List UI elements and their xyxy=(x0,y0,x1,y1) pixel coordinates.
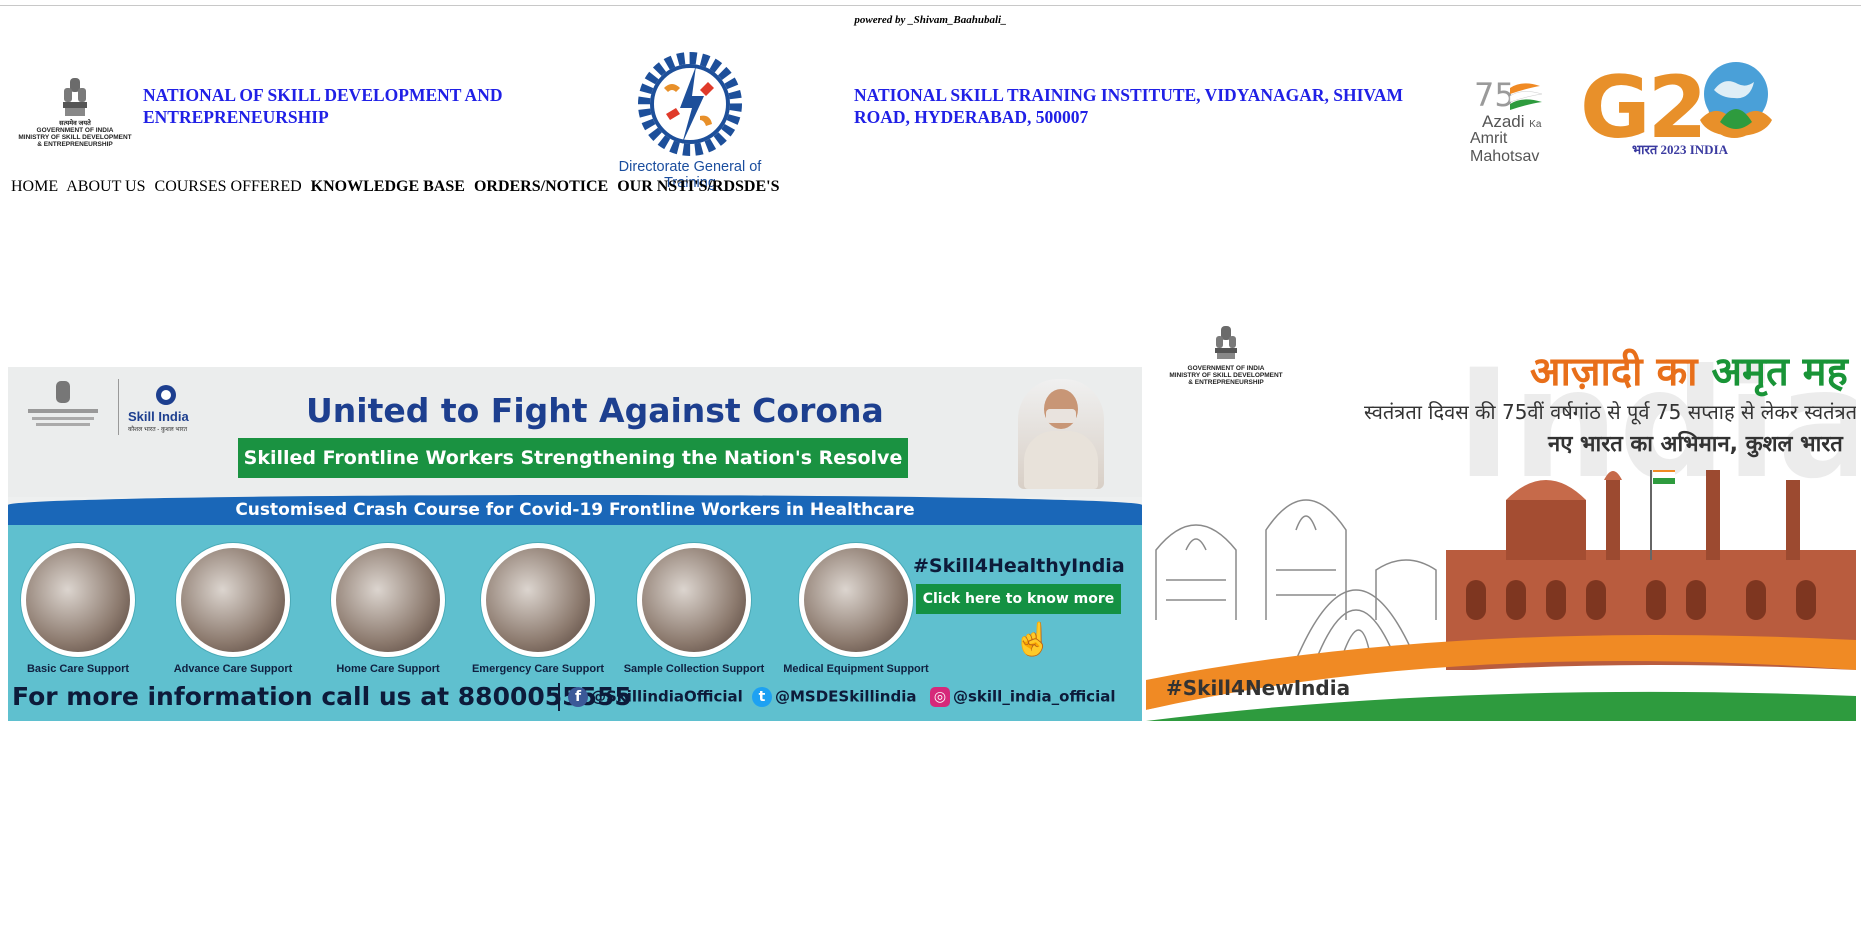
g20-logo[interactable]: G20 भारत 2023 INDIA xyxy=(1578,58,1778,168)
skill4newindia-hashtag: #Skill4NewIndia xyxy=(1166,676,1351,700)
card-photo xyxy=(799,543,913,657)
azadi-line-1: Azadi Ka xyxy=(1482,112,1541,132)
banner2-tagline: नए भारत का अभिमान, कुशल भारत xyxy=(1548,432,1843,457)
banner1-subtitle: Skilled Frontline Workers Strengthening … xyxy=(238,438,908,478)
azadi-75-icon: 75 xyxy=(1474,76,1543,114)
card-photo xyxy=(637,543,751,657)
card-label: Sample Collection Support xyxy=(623,663,765,675)
footer-divider xyxy=(558,683,560,711)
nav-courses-offered[interactable]: COURSES OFFERED xyxy=(155,178,302,195)
ka-word: Ka xyxy=(1529,119,1542,130)
card-label: Home Care Support xyxy=(336,663,440,675)
card-label: Emergency Care Support xyxy=(471,663,605,675)
dgt-logo[interactable]: Directorate General of Training xyxy=(600,52,780,191)
card-medical-equipment[interactable]: Medical Equipment Support xyxy=(781,543,931,675)
top-divider xyxy=(0,5,1861,6)
banner2-emblem-text-1: GOVERNMENT OF INDIA xyxy=(1187,365,1265,372)
logo-divider xyxy=(118,379,119,435)
banner1-course-bar: Customised Crash Course for Covid-19 Fro… xyxy=(8,495,1142,525)
org-title-right: NATIONAL SKILL TRAINING INSTITUTE, VIDYA… xyxy=(854,85,1403,127)
headline-part-a: आज़ादी का xyxy=(1530,349,1698,395)
twitter-icon: t xyxy=(752,687,772,707)
card-label: Advance Care Support xyxy=(173,663,293,675)
pointing-hand-icon: ☝ xyxy=(1013,621,1053,657)
card-photo xyxy=(481,543,595,657)
azadi-banner[interactable]: India GOVERNMENT OF INDIA MINISTRY OF SK… xyxy=(1146,320,1856,721)
banner2-emblem-text-2: MINISTRY OF SKILL DEVELOPMENT xyxy=(1169,372,1283,379)
g20-subtitle: भारत 2023 INDIA xyxy=(1632,142,1729,157)
know-more-button[interactable]: Click here to know more xyxy=(916,584,1121,614)
nav-our-nstis[interactable]: OUR NSTI'S/RDSDE'S xyxy=(617,178,779,195)
corona-campaign-banner[interactable]: Skill India कौशल भारत - कुशल भारत United… xyxy=(8,367,1142,721)
azadi-word: Azadi xyxy=(1482,112,1530,131)
pm-figure-image xyxy=(1018,379,1104,489)
card-emergency-care[interactable]: Emergency Care Support xyxy=(463,543,613,675)
nav-knowledge-base[interactable]: KNOWLEDGE BASE xyxy=(311,178,465,195)
skill-india-icon xyxy=(156,385,176,405)
banner2-emblem-text-3: & ENTREPRENEURSHIP xyxy=(1188,379,1264,386)
dgt-gear-icon xyxy=(638,52,742,156)
ashoka-emblem-icon xyxy=(63,78,87,116)
card-photo xyxy=(21,543,135,657)
card-label: Medical Equipment Support xyxy=(783,663,929,675)
nav-orders-notice[interactable]: ORDERS/NOTICE xyxy=(474,178,608,195)
facebook-icon: f xyxy=(568,687,588,707)
banner1-title: United to Fight Against Corona xyxy=(306,391,884,430)
nav-about-us[interactable]: ABOUT US xyxy=(66,178,145,195)
helpline-text: For more information call us at 88000555… xyxy=(12,682,632,711)
emblem-text-2: GOVERNMENT OF INDIA xyxy=(36,127,114,134)
svg-text:75: 75 xyxy=(1474,76,1515,114)
facebook-handle[interactable]: f @SkillindiaOfficial xyxy=(568,687,743,707)
card-basic-care[interactable]: Basic Care Support xyxy=(8,543,153,675)
msde-emblem-logo[interactable]: सत्यमेव जयते GOVERNMENT OF INDIA MINISTR… xyxy=(12,76,138,156)
pm-shirt xyxy=(1024,431,1098,489)
azadi-line-2: Amrit Mahotsav xyxy=(1470,130,1540,165)
org-title-left: NATIONAL OF SKILL DEVELOPMENT AND ENTREP… xyxy=(143,85,503,127)
emblem-text-1: सत्यमेव जयते xyxy=(59,120,91,127)
skill-india-tagline: कौशल भारत - कुशल भारत xyxy=(128,427,188,433)
headline-part-b: अमृत मह xyxy=(1711,349,1848,395)
emblem-text-3: MINISTRY OF SKILL DEVELOPMENT xyxy=(18,134,132,141)
banner1-emblem-icon xyxy=(28,381,98,426)
twitter-handle-text: @MSDESkillindia xyxy=(775,687,917,706)
card-advance-care[interactable]: Advance Care Support xyxy=(158,543,308,675)
card-label: Basic Care Support xyxy=(26,663,130,675)
banner2-emblem-icon xyxy=(1215,326,1237,359)
card-home-care[interactable]: Home Care Support xyxy=(313,543,463,675)
nav-home[interactable]: HOME xyxy=(11,178,58,195)
g20-globe-lotus-icon xyxy=(1700,62,1772,136)
banner2-emblem-logo: GOVERNMENT OF INDIA MINISTRY OF SKILL DE… xyxy=(1166,324,1286,386)
emblem-text-4: & ENTREPRENEURSHIP xyxy=(37,141,113,148)
instagram-icon: ◎ xyxy=(930,687,950,707)
pm-mask xyxy=(1046,409,1076,423)
main-navigation: HOME ABOUT US COURSES OFFERED KNOWLEDGE … xyxy=(11,178,784,196)
skill4healthyindia-hashtag: #Skill4HealthyIndia xyxy=(913,555,1125,577)
banner2-subline: स्वतंत्रता दिवस की 75वीं वर्षगांठ से पूर… xyxy=(1364,400,1856,424)
twitter-handle[interactable]: t @MSDESkillindia xyxy=(752,687,916,707)
instagram-handle-text: @skill_india_official xyxy=(953,687,1116,706)
banner2-headline: आज़ादी का अमृत मह xyxy=(1530,342,1848,397)
skill-india-logo-text: Skill India xyxy=(128,409,189,424)
card-photo xyxy=(331,543,445,657)
card-sample-collection[interactable]: Sample Collection Support xyxy=(619,543,769,675)
facebook-handle-text: @SkillindiaOfficial xyxy=(591,687,743,706)
banner1-logos: Skill India कौशल भारत - कुशल भारत xyxy=(18,379,208,439)
card-photo xyxy=(176,543,290,657)
powered-by-text: powered by _Shivam_Baahubali_ xyxy=(854,14,1007,26)
azadi-ka-amrit-mahotsav-logo[interactable]: 75 Azadi Ka Amrit Mahotsav xyxy=(1470,74,1575,165)
instagram-handle[interactable]: ◎ @skill_india_official xyxy=(930,687,1115,707)
